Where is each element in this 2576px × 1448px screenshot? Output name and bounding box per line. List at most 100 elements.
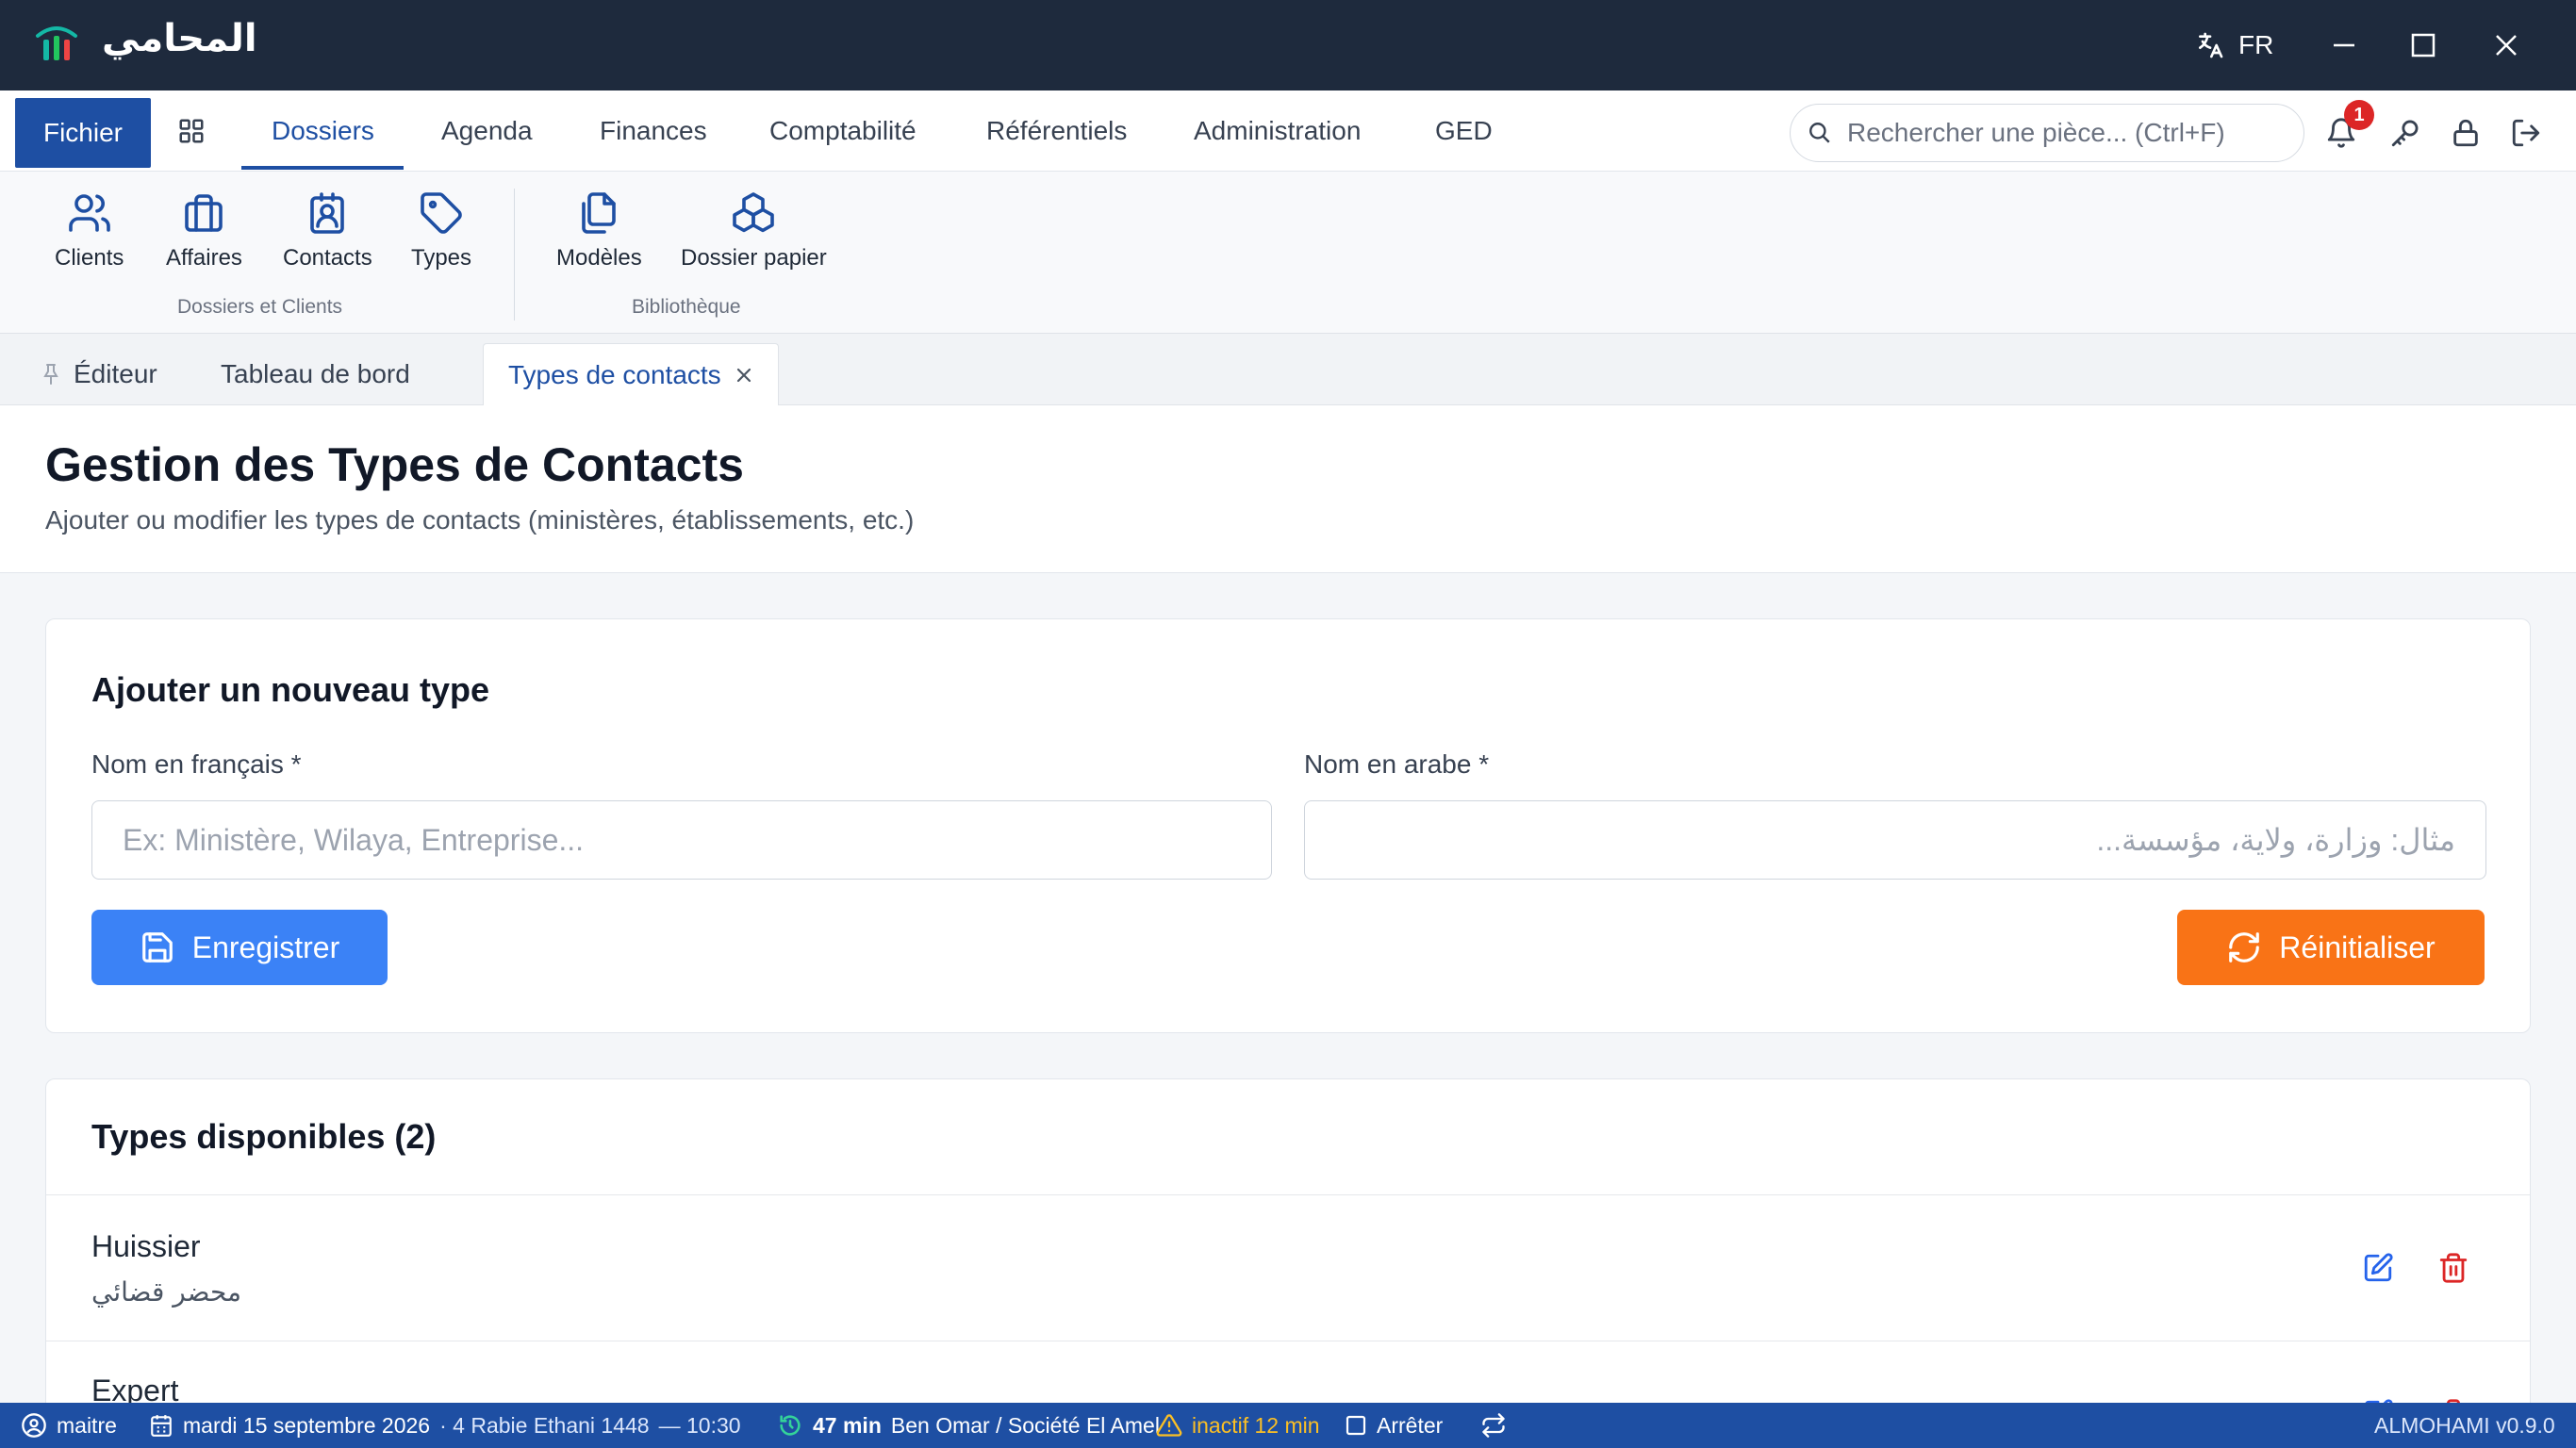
ribbon-separator xyxy=(514,189,515,321)
maximize-button[interactable] xyxy=(2401,23,2446,68)
french-name-label: Nom en français * xyxy=(91,749,302,779)
app-version: ALMOHAMI v0.9.0 xyxy=(2374,1412,2555,1438)
language-switcher[interactable]: FR xyxy=(2195,23,2273,68)
close-icon xyxy=(2496,35,2517,56)
ribbon-toolbar: Clients Affaires Contacts Types Dossiers… xyxy=(0,172,2576,334)
ribbon-contacts-label: Contacts xyxy=(283,245,372,271)
search-box[interactable] xyxy=(1790,104,2304,162)
status-inactive-label: inactif 12 min xyxy=(1192,1412,1320,1438)
ribbon-affaires-label: Affaires xyxy=(166,245,242,271)
tab-types-de-contacts-label: Types de contacts xyxy=(508,360,721,389)
ribbon-dossier-papier-label: Dossier papier xyxy=(681,245,827,271)
ribbon-clients-label: Clients xyxy=(55,245,124,271)
menu-ged[interactable]: GED xyxy=(1435,90,1493,172)
title-bar: المحامي FR xyxy=(0,0,2576,90)
maximize-icon xyxy=(2411,33,2436,58)
status-user[interactable]: maitre xyxy=(21,1403,117,1448)
active-menu-indicator xyxy=(241,166,404,170)
add-type-card: Ajouter un nouveau type Nom en français … xyxy=(45,618,2531,1033)
page-title: Gestion des Types de Contacts xyxy=(45,438,744,491)
user-circle-icon xyxy=(22,1413,46,1438)
tab-tableau-de-bord[interactable]: Tableau de bord xyxy=(221,343,410,405)
logout-icon[interactable] xyxy=(2510,117,2542,149)
status-client: Ben Omar / Société El Amel xyxy=(890,1412,1160,1438)
reset-button-label: Réinitialiser xyxy=(2279,930,2436,964)
app-title: المحامي xyxy=(102,17,257,60)
status-user-label: maitre xyxy=(57,1412,117,1438)
users-icon xyxy=(68,194,110,232)
menu-finances[interactable]: Finances xyxy=(600,90,707,172)
minimize-button[interactable] xyxy=(2321,23,2367,68)
app-logo-icon xyxy=(34,23,79,64)
save-icon xyxy=(141,932,173,963)
arabic-name-input[interactable] xyxy=(1304,800,2486,880)
type-name-fr: Huissier xyxy=(91,1229,201,1263)
french-name-input[interactable] xyxy=(91,800,1272,880)
ribbon-types-button[interactable]: Types xyxy=(411,190,471,272)
list-item: Huissier محضر قضائي xyxy=(46,1195,2530,1341)
menu-comptabilite[interactable]: Comptabilité xyxy=(769,90,916,172)
save-button-label: Enregistrer xyxy=(191,930,340,964)
stop-timer-button[interactable]: Arrêter xyxy=(1345,1403,1443,1448)
document-tab-strip: Éditeur Tableau de bord Types de contact… xyxy=(0,334,2576,406)
tag-icon xyxy=(421,192,462,234)
fichier-menu-button[interactable]: Fichier xyxy=(15,98,151,168)
ribbon-modeles-label: Modèles xyxy=(556,245,642,271)
search-input[interactable] xyxy=(1847,118,2262,148)
close-window-button[interactable] xyxy=(2484,23,2529,68)
arabic-name-label: Nom en arabe * xyxy=(1304,749,1490,779)
ribbon-group-label: Bibliothèque xyxy=(632,296,741,318)
status-date-label: mardi 15 septembre 2026 xyxy=(183,1412,431,1438)
status-timer[interactable]: 47 min Ben Omar / Société El Amel xyxy=(777,1403,1160,1448)
status-timer-value: 47 min xyxy=(813,1412,882,1438)
close-tab-icon[interactable] xyxy=(735,366,753,385)
menu-bar: Fichier Dossiers Agenda Finances Comptab… xyxy=(0,90,2576,172)
tab-editeur[interactable]: Éditeur xyxy=(41,343,157,405)
menu-referentiels[interactable]: Référentiels xyxy=(986,90,1127,172)
search-icon xyxy=(1808,121,1832,145)
reset-button[interactable]: Réinitialiser xyxy=(2177,910,2485,985)
ribbon-clients-button[interactable]: Clients xyxy=(55,190,124,272)
warning-icon xyxy=(1156,1414,1182,1437)
ribbon-modeles-button[interactable]: Modèles xyxy=(556,190,642,272)
ribbon-contacts-button[interactable]: Contacts xyxy=(283,190,372,272)
ribbon-dossier-papier-button[interactable]: Dossier papier xyxy=(681,190,827,272)
edit-icon[interactable] xyxy=(2362,1252,2394,1284)
type-name-ar: محضر قضائي xyxy=(91,1276,242,1308)
menu-administration[interactable]: Administration xyxy=(1194,90,1361,172)
files-icon xyxy=(582,192,617,234)
pin-icon[interactable] xyxy=(41,363,60,386)
lock-icon[interactable] xyxy=(2450,117,2482,149)
translate-icon xyxy=(2195,30,2225,60)
stop-timer-label: Arrêter xyxy=(1377,1412,1444,1438)
status-bar: maitre mardi 15 septembre 2026 · 4 Rabie… xyxy=(0,1403,2576,1448)
save-button[interactable]: Enregistrer xyxy=(91,910,388,985)
status-inactive: inactif 12 min xyxy=(1156,1403,1320,1448)
types-list-card: Types disponibles (2) Huissier محضر قضائ… xyxy=(45,1078,2531,1448)
switch-timer-button[interactable] xyxy=(1480,1403,1507,1448)
repeat-icon xyxy=(1482,1413,1505,1438)
notification-badge: 1 xyxy=(2344,100,2374,130)
tab-tableau-de-bord-label: Tableau de bord xyxy=(221,359,410,388)
ribbon-types-label: Types xyxy=(411,245,472,271)
briefcase-icon xyxy=(185,194,223,232)
minimize-icon xyxy=(2334,43,2354,47)
menu-dossiers[interactable]: Dossiers xyxy=(272,90,374,172)
calendar-icon xyxy=(151,1415,172,1437)
key-icon[interactable] xyxy=(2389,117,2421,149)
language-label: FR xyxy=(2238,30,2274,59)
stop-icon xyxy=(1346,1415,1366,1436)
add-type-title: Ajouter un nouveau type xyxy=(91,670,490,709)
ribbon-group-label: Dossiers et Clients xyxy=(177,296,343,318)
status-hijri-date: · 4 Rabie Ethani 1448 xyxy=(439,1412,650,1438)
menu-agenda[interactable]: Agenda xyxy=(441,90,533,172)
ribbon-affaires-button[interactable]: Affaires xyxy=(166,190,242,272)
boxes-icon xyxy=(733,192,775,233)
contact-card-icon xyxy=(310,192,345,234)
apps-grid-icon[interactable] xyxy=(177,117,206,145)
trash-icon[interactable] xyxy=(2437,1252,2469,1284)
tab-editeur-label: Éditeur xyxy=(74,359,157,388)
refresh-icon xyxy=(2229,932,2260,963)
tab-types-de-contacts[interactable]: Types de contacts xyxy=(483,343,779,406)
page-header: Gestion des Types de Contacts Ajouter ou… xyxy=(0,405,2576,573)
